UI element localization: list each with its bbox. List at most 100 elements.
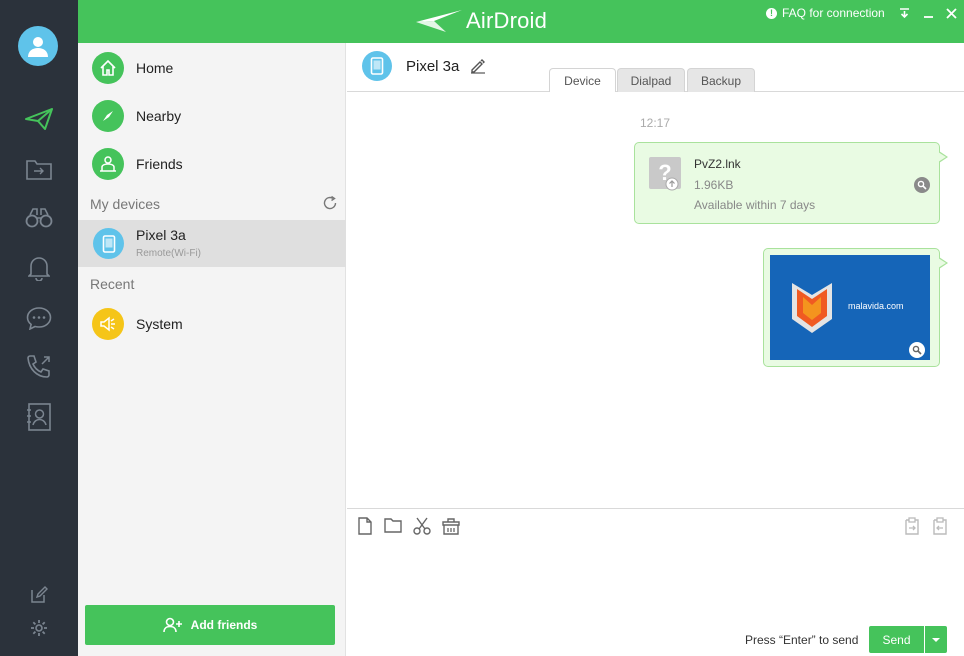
- chat-device-avatar: [362, 51, 392, 81]
- bell-icon: [28, 257, 50, 281]
- my-devices-label: My devices: [90, 196, 161, 212]
- contact-label: System: [136, 316, 183, 332]
- friends-icon-badge: [92, 148, 124, 180]
- user-icon: [28, 37, 48, 57]
- home-icon-badge: [92, 52, 124, 84]
- rail-notifications[interactable]: [24, 253, 54, 283]
- device-pixel-3a[interactable]: Pixel 3a Remote(Wi-Fi): [78, 220, 346, 267]
- speaker-icon-badge: [92, 308, 124, 340]
- file-message-bubble[interactable]: ? PvZ2.lnk 1.96KB Available within 7 day…: [634, 142, 948, 224]
- contact-system[interactable]: System: [78, 300, 346, 348]
- minimize-button[interactable]: [920, 5, 936, 21]
- rail-find-phone[interactable]: [24, 203, 54, 233]
- send-label: Send: [882, 632, 911, 647]
- info-icon: !: [766, 7, 777, 19]
- bubble-tail: [938, 151, 948, 163]
- home-icon: [100, 59, 116, 76]
- edit-icon: [31, 586, 48, 603]
- tab-device[interactable]: Device: [549, 68, 616, 93]
- contact-friends[interactable]: Friends: [78, 140, 346, 188]
- screenshot-button[interactable]: [413, 517, 431, 535]
- contact-nearby[interactable]: Nearby: [78, 92, 346, 140]
- app-logo: AirDroid: [416, 7, 547, 35]
- download-icon: [899, 7, 909, 18]
- image-preview-button[interactable]: [909, 342, 925, 358]
- rename-button[interactable]: [470, 58, 486, 74]
- folder-icon: [384, 518, 402, 533]
- image-thumbnail[interactable]: malavida.com: [770, 255, 930, 360]
- chevron-down-icon: [932, 637, 940, 642]
- paper-plane-icon: [25, 108, 53, 130]
- magnifier-icon: [912, 345, 922, 355]
- tab-backup[interactable]: Backup: [687, 68, 755, 92]
- clipboard-icon: [933, 517, 947, 535]
- add-user-icon: [162, 617, 182, 633]
- phone-icon: [27, 355, 50, 378]
- message-list: 12:17 ? PvZ2.lnk 1.96KB Available within…: [347, 92, 964, 508]
- phone-device-icon: [102, 234, 115, 253]
- clipboard-from-device-button[interactable]: [931, 517, 949, 535]
- contact-card-icon: [27, 403, 51, 431]
- navigation-rail: [0, 0, 78, 656]
- clipboard-icon: [905, 517, 919, 535]
- compose-area[interactable]: Press “Enter” to send Send: [347, 508, 964, 656]
- file-icon: [358, 517, 372, 535]
- send-options-button[interactable]: [925, 626, 947, 653]
- binoculars-icon: [25, 208, 53, 228]
- rail-messages[interactable]: [24, 303, 54, 333]
- chat-icon: [26, 307, 52, 330]
- upload-badge-icon: [665, 177, 679, 191]
- user-avatar[interactable]: [18, 26, 58, 66]
- speaker-icon: [100, 316, 115, 332]
- airdroid-logo-icon: [416, 10, 462, 32]
- send-file-button[interactable]: [357, 517, 375, 535]
- toolbox-icon: [442, 518, 460, 535]
- device-avatar: [93, 228, 124, 259]
- close-button[interactable]: [943, 5, 959, 21]
- file-size: 1.96KB: [694, 178, 734, 192]
- app-title: AirDroid: [466, 8, 548, 33]
- pencil-icon: [471, 59, 485, 74]
- compass-icon: [103, 111, 113, 121]
- file-name: PvZ2.lnk: [694, 157, 741, 171]
- send-button[interactable]: Send: [869, 626, 924, 653]
- message-timestamp: 12:17: [640, 116, 671, 130]
- rail-settings[interactable]: [24, 613, 54, 643]
- contact-home[interactable]: Home: [78, 44, 346, 92]
- magnifier-icon: [917, 180, 927, 190]
- refresh-button[interactable]: [322, 195, 338, 211]
- folder-transfer-icon: [26, 160, 52, 180]
- image-message-bubble[interactable]: malavida.com: [763, 248, 948, 367]
- clipboard-to-device-button[interactable]: [903, 517, 921, 535]
- faq-label: FAQ for connection: [782, 6, 885, 20]
- tab-label: Device: [564, 73, 601, 88]
- gear-icon: [31, 620, 47, 636]
- title-bar: AirDroid ! FAQ for connection: [78, 0, 964, 43]
- download-button[interactable]: [896, 5, 912, 21]
- compass-icon-badge: [92, 100, 124, 132]
- close-icon: [945, 7, 957, 19]
- add-friends-button[interactable]: Add friends: [85, 605, 335, 645]
- tab-label: Dialpad: [630, 73, 672, 88]
- faq-link[interactable]: ! FAQ for connection: [766, 6, 885, 20]
- file-availability: Available within 7 days: [694, 198, 816, 212]
- rail-calls[interactable]: [24, 352, 54, 382]
- app-install-button[interactable]: [442, 517, 460, 535]
- send-folder-button[interactable]: [384, 517, 402, 535]
- contact-label: Friends: [136, 156, 183, 172]
- rail-contacts[interactable]: [24, 402, 54, 432]
- rail-transfer[interactable]: [24, 104, 54, 134]
- tab-dialpad[interactable]: Dialpad: [617, 68, 685, 92]
- refresh-icon: [323, 195, 337, 210]
- chat-device-name: Pixel 3a: [406, 58, 460, 75]
- rail-files[interactable]: [24, 154, 54, 184]
- chat-header: Pixel 3a Device Dialpad Backup: [347, 43, 964, 93]
- minimize-icon: [923, 15, 933, 18]
- file-preview-button[interactable]: [914, 177, 930, 193]
- rail-feedback[interactable]: [24, 580, 54, 610]
- send-hint: Press “Enter” to send: [745, 633, 859, 647]
- image-caption: malavida.com: [848, 301, 904, 311]
- friends-icon: [100, 156, 116, 172]
- tab-label: Backup: [700, 73, 742, 88]
- contact-label: Nearby: [136, 108, 182, 124]
